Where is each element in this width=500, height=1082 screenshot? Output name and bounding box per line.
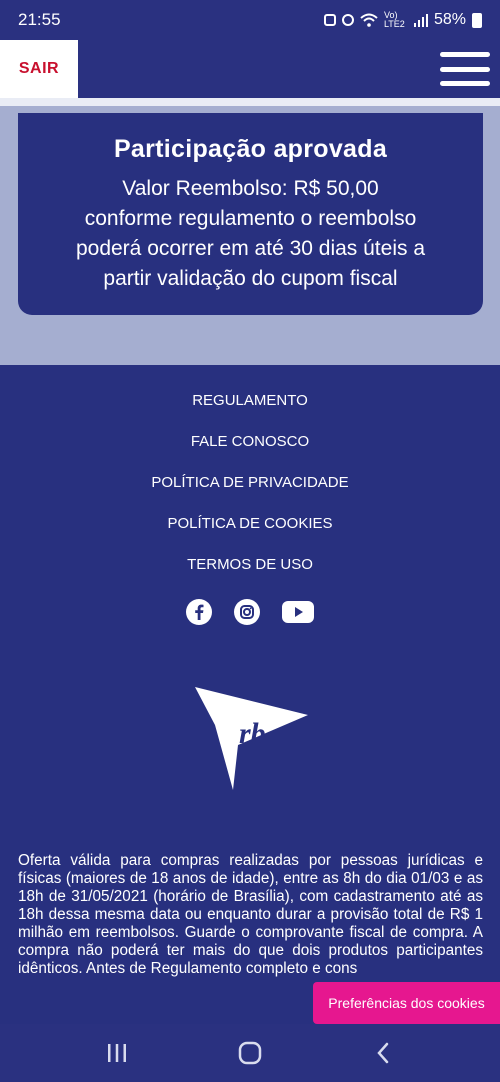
network-label: Vo) LTE2 — [383, 10, 405, 29]
status-time: 21:55 — [18, 10, 61, 29]
link-politica-cookies[interactable]: POLÍTICA DE COOKIES — [0, 503, 500, 544]
approval-line-2: conforme regulamento o reembolso — [84, 207, 417, 230]
hamburger-icon[interactable] — [440, 52, 490, 86]
wifi-icon — [360, 13, 378, 27]
battery-percent: 58% — [433, 11, 466, 28]
approval-line-3: poderá ocorrer em até 30 dias úteis a — [75, 237, 426, 260]
home-icon[interactable] — [230, 1033, 270, 1073]
signal-icon — [413, 14, 428, 27]
battery-icon — [472, 12, 482, 28]
link-termos-uso[interactable]: TERMOS DE USO — [0, 544, 500, 585]
approval-line-1: Valor Reembolso: R$ 50,00 — [122, 177, 379, 200]
link-regulamento[interactable]: REGULAMENTO — [0, 380, 500, 421]
social-icons — [0, 598, 500, 626]
approval-card: Participação aprovada Valor Reembolso: R… — [18, 113, 483, 315]
youtube-icon[interactable] — [281, 598, 315, 626]
menu-line — [440, 81, 490, 86]
cookie-preferences-button[interactable]: Preferências dos cookies — [313, 982, 500, 1024]
hero-section: Participação aprovada Valor Reembolso: R… — [0, 98, 500, 365]
brand-logo: rb — [193, 685, 313, 795]
android-navbar — [0, 1024, 500, 1082]
status-bar: 21:55 Vo) LTE2 58% — [0, 0, 500, 40]
hero-top-strip — [0, 98, 500, 106]
link-fale-conosco[interactable]: FALE CONOSCO — [0, 421, 500, 462]
approval-line-4: partir validação do cupom fiscal — [103, 267, 398, 290]
facebook-icon[interactable] — [185, 598, 213, 626]
logout-button[interactable]: SAIR — [0, 40, 78, 98]
footer-links: REGULAMENTO FALE CONOSCO POLÍTICA DE PRI… — [0, 380, 500, 585]
notification-icon — [341, 14, 354, 26]
instagram-icon[interactable] — [233, 598, 261, 626]
approval-title: Participação aprovada — [113, 135, 388, 163]
logo-text: rb — [239, 717, 266, 750]
recent-apps-icon[interactable] — [97, 1033, 137, 1073]
link-politica-privacidade[interactable]: POLÍTICA DE PRIVACIDADE — [0, 462, 500, 503]
menu-line — [440, 52, 490, 57]
alarm-icon — [323, 14, 336, 26]
menu-line — [440, 66, 490, 72]
header: SAIR — [0, 40, 500, 98]
back-icon[interactable] — [363, 1033, 403, 1073]
status-icons: Vo) LTE2 58% — [323, 10, 482, 29]
